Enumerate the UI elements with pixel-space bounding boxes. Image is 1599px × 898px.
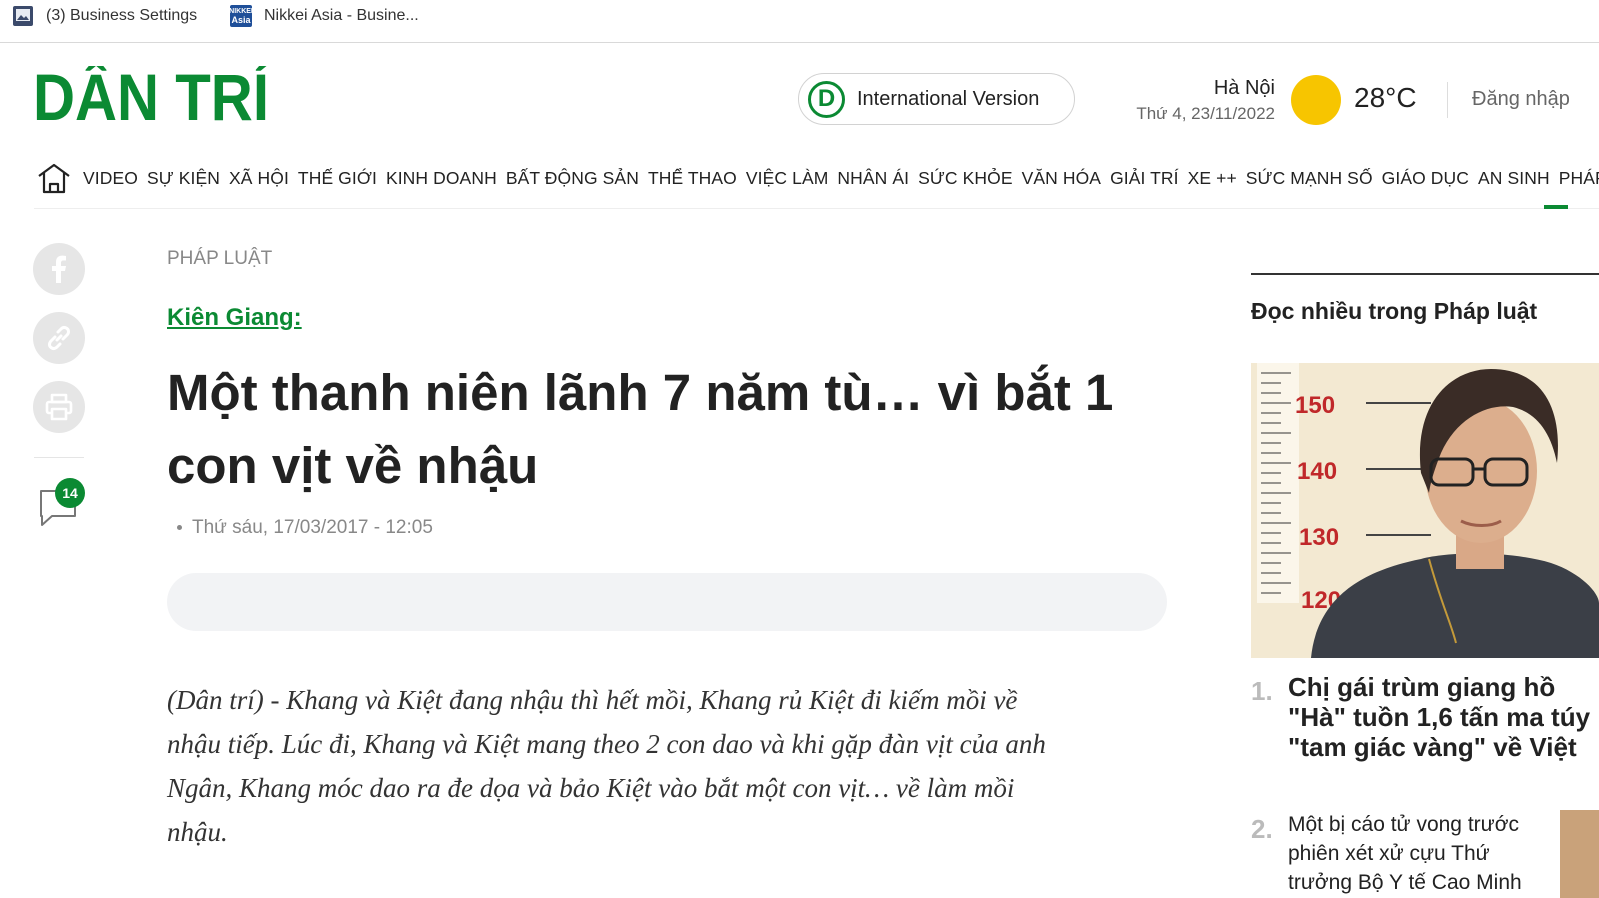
link-icon [48,325,70,351]
nav-items: VIDEO SỰ KIỆN XÃ HỘI THẾ GIỚI KINH DOANH… [83,168,1599,189]
international-version-button[interactable]: D International Version [798,73,1075,125]
article-date: Thứ sáu, 17/03/2017 - 12:05 [177,517,433,539]
nav-item-an-sinh[interactable]: AN SINH [1478,168,1550,189]
nav-item-video[interactable]: VIDEO [83,168,138,189]
nav-item-kinh-doanh[interactable]: KINH DOANH [386,168,497,189]
nav-item-the-thao[interactable]: THỂ THAO [648,168,737,189]
nikkei-asia-icon: NIKKEI Asia [229,5,253,27]
logo-text: DÂN TRÍ [33,66,270,122]
sidebar-top-rule [1251,273,1599,275]
nav-active-indicator [1544,205,1568,209]
header-divider [1447,82,1448,118]
article-lead: (Dân trí) - Khang và Kiệt đang nhậu thì … [167,685,1046,847]
nav-item-xe[interactable]: XE ++ [1188,168,1237,189]
nav-item-viec-lam[interactable]: VIỆC LÀM [746,168,829,189]
sidebar-title: Đọc nhiều trong Pháp luật [1251,298,1538,324]
article-kicker[interactable]: Kiên Giang: [167,304,302,332]
facebook-share-button[interactable] [33,243,85,295]
share-divider [34,457,84,458]
login-link[interactable]: Đăng nhập [1472,88,1570,111]
dantri-d-icon: D [808,80,845,118]
sidebar-item-2-thumbnail[interactable] [1560,810,1599,898]
comment-count-badge: 14 [55,478,85,508]
ruler-mark-150: 150 [1295,392,1335,419]
nav-item-suc-khoe[interactable]: SỨC KHỎE [918,168,1013,189]
nav-item-phap-luat[interactable]: PHÁP LUẬT [1559,168,1599,189]
nav-item-giai-tri[interactable]: GIẢI TRÍ [1110,168,1179,189]
image-icon [12,5,34,27]
sun-icon [1291,75,1341,125]
nav-item-suc-manh-so[interactable]: SỨC MẠNH SỐ [1246,168,1373,189]
nav-item-xa-hoi[interactable]: XÃ HỘI [229,168,289,189]
home-icon[interactable] [36,160,72,196]
ruler-mark-130: 130 [1299,524,1339,551]
nav-item-giao-duc[interactable]: GIÁO DỤC [1382,168,1469,189]
printer-icon [45,393,73,421]
nav-item-bat-dong-san[interactable]: BẤT ĐỘNG SẢN [506,168,639,189]
ruler-mark-140: 140 [1297,458,1337,485]
placeholder-bar [167,573,1167,631]
temperature: 28°C [1354,82,1417,113]
article-category[interactable]: PHÁP LUẬT [167,248,272,270]
print-button[interactable] [33,381,85,433]
facebook-icon [52,255,66,283]
intl-label: International Version [857,87,1040,110]
location-date: Hà Nội Thứ 4, 23/11/2022 [1136,77,1275,124]
sidebar-item-number: 2. [1251,814,1273,844]
article-headline: Một thanh niên lãnh 7 năm tù… vì bắt 1 c… [167,364,1114,494]
main-nav: VIDEO SỰ KIỆN XÃ HỘI THẾ GIỚI KINH DOANH… [34,156,1599,209]
bookmark-label: Nikkei Asia - Busine... [264,7,419,24]
current-date: Thứ 4, 23/11/2022 [1136,104,1275,123]
sidebar-thumbnail[interactable]: 150 140 130 120 [1251,363,1599,658]
nav-item-su-kien[interactable]: SỰ KIỆN [147,168,220,189]
sidebar-item-title: Một bị cáo tử vong trước phiên xét xử cự… [1288,813,1522,894]
copy-link-button[interactable] [33,312,85,364]
nav-item-the-gioi[interactable]: THẾ GIỚI [298,168,377,189]
bookmark-business-settings[interactable]: (3) Business Settings [12,0,197,32]
bookmarks-bar: (3) Business Settings NIKKEI Asia Nikkei … [0,0,1599,43]
bookmark-nikkei-asia[interactable]: NIKKEI Asia Nikkei Asia - Busine... [229,0,419,32]
nav-item-nhan-ai[interactable]: NHÂN ÁI [837,168,909,189]
city-name: Hà Nội [1213,77,1275,99]
sidebar-item-number: 1. [1251,676,1273,706]
bookmark-label: (3) Business Settings [46,7,198,24]
dantri-logo[interactable]: DÂN TRÍ [33,60,271,134]
sidebar-item-title: Chị gái trùm giang hồ "Hà" tuồn 1,6 tấn … [1288,672,1591,762]
nav-item-van-hoa[interactable]: VĂN HÓA [1022,168,1101,189]
